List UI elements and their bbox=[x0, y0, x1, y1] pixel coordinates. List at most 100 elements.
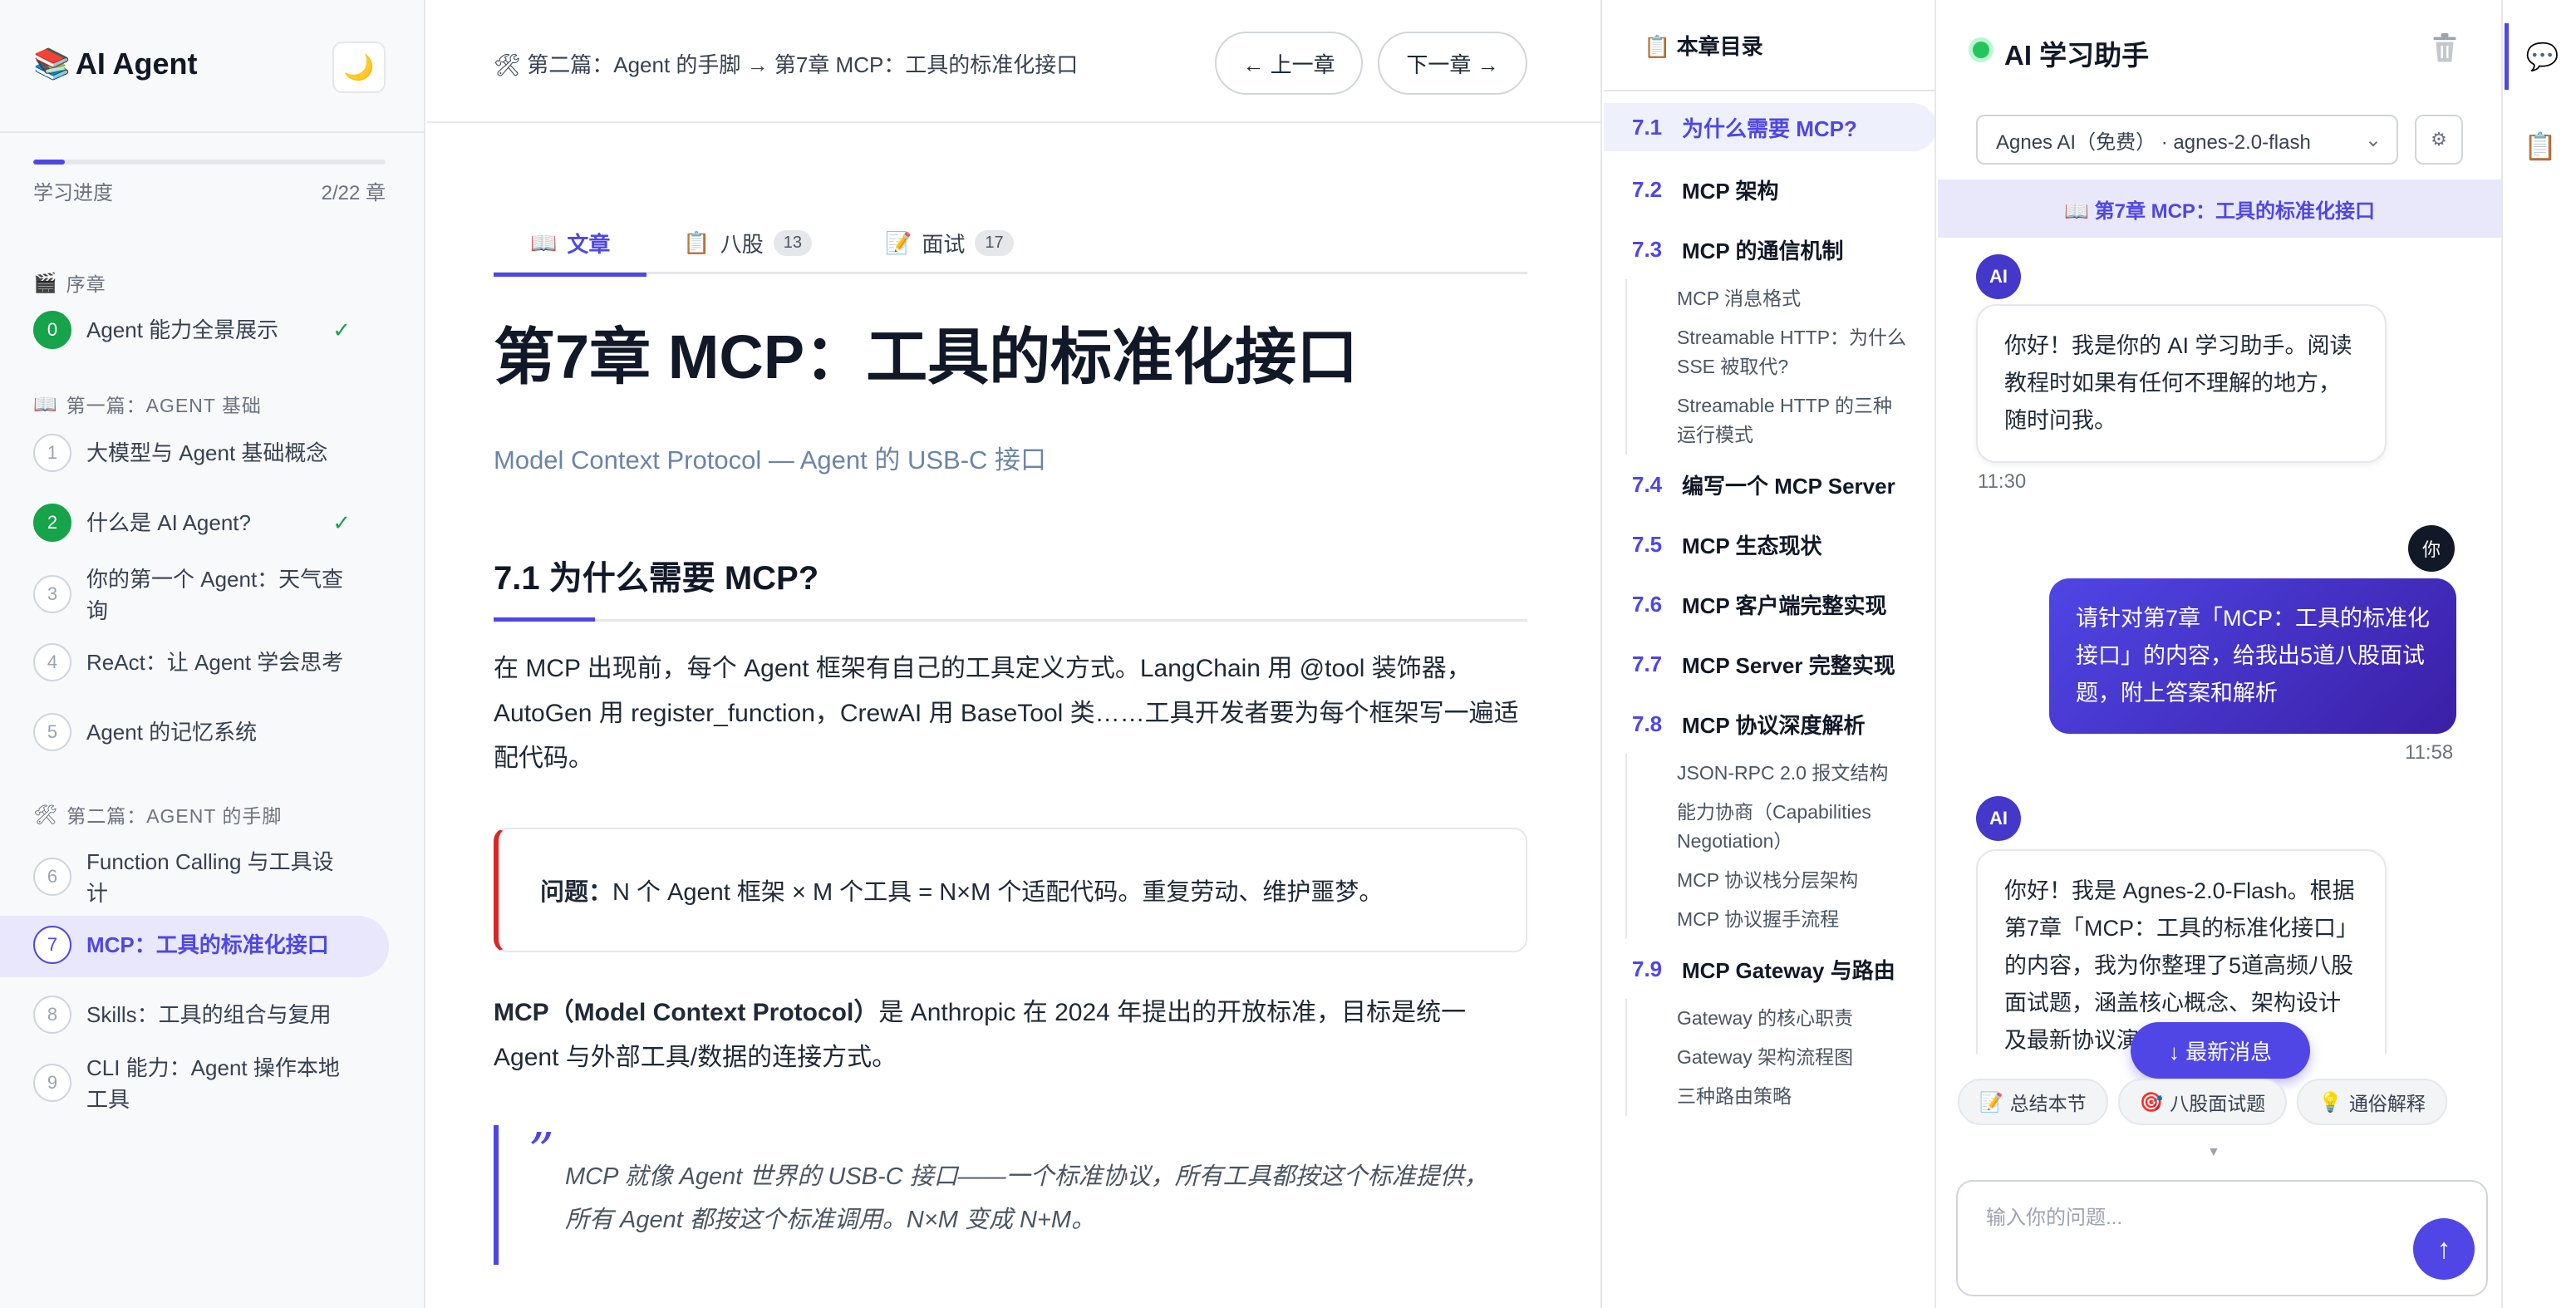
ai-avatar: AI bbox=[1976, 254, 2021, 299]
breadcrumb: 🛠 第二篇：Agent 的手脚 → 第7章 MCP：工具的标准化接口 bbox=[494, 52, 1079, 77]
toc-label: MCP 架构 bbox=[1682, 178, 1779, 204]
article-body: 第7章 MCP：工具的标准化接口 Model Context Protocol … bbox=[494, 316, 1527, 1265]
brand-name: AI Agent bbox=[75, 47, 198, 81]
chapter-number: 7 bbox=[33, 926, 71, 964]
toc-item[interactable]: 7.8 MCP 协议深度解析 bbox=[1604, 694, 1934, 754]
toc-subitem[interactable]: 能力协商（Capabilities Negotiation） bbox=[1627, 793, 1934, 861]
chapter-item-9[interactable]: 9 CLI 能力：Agent 操作本地工具 bbox=[0, 1052, 424, 1115]
chapter-label: ReAct：让 Agent 学会思考 bbox=[86, 650, 344, 675]
jump-to-latest-button[interactable]: ↓ 最新消息 bbox=[2131, 1022, 2310, 1079]
chat-input[interactable] bbox=[1986, 1207, 2401, 1230]
target-icon: 🎯 bbox=[2139, 1090, 2164, 1113]
quick-actions: 📝 总结本节 🎯 八股面试题 💡 通俗解释 bbox=[1958, 1079, 2501, 1129]
chat-header: AI 学习助手 bbox=[1938, 0, 2501, 100]
chapter-number: 4 bbox=[33, 643, 71, 681]
toc-subitem[interactable]: Gateway 架构流程图 bbox=[1627, 1038, 1934, 1077]
explain-chip[interactable]: 💡 通俗解释 bbox=[2297, 1079, 2447, 1125]
chapter-number: 3 bbox=[33, 575, 71, 613]
toc-item[interactable]: 7.7 MCP Server 完整实现 bbox=[1604, 634, 1934, 694]
toc-item[interactable]: 7.4 编写一个 MCP Server bbox=[1604, 455, 1934, 514]
moon-icon: 🌙 bbox=[343, 53, 375, 81]
toc-subitem[interactable]: MCP 消息格式 bbox=[1627, 279, 1934, 318]
ai-message: 你好！我是你的 AI 学习助手。阅读教程时如果有任何不理解的地方，随时问我。 bbox=[1976, 304, 2387, 463]
toc-item[interactable]: 7.1 为什么需要 MCP? bbox=[1604, 103, 1934, 151]
count-badge: 17 bbox=[975, 229, 1014, 256]
toc-number: 7.5 bbox=[1632, 531, 1663, 557]
toc-title: 📋 本章目录 bbox=[1604, 0, 1934, 91]
summarize-chip[interactable]: 📝 总结本节 bbox=[1958, 1079, 2108, 1125]
chapter-label: Skills：工具的组合与复用 bbox=[86, 1002, 332, 1027]
toc-subitem[interactable]: MCP 协议栈分层架构 bbox=[1627, 861, 1934, 900]
notes-rail-button[interactable]: 📋 bbox=[2505, 113, 2576, 179]
chapter-number: 5 bbox=[33, 713, 71, 751]
chapter-item-8[interactable]: 8 Skills：工具的组合与复用 bbox=[0, 996, 424, 1034]
progress-fill bbox=[33, 160, 66, 165]
memo-icon: 📝 bbox=[885, 229, 912, 255]
toc-subitem[interactable]: 三种路由策略 bbox=[1627, 1077, 1934, 1116]
ai-assistant-panel: AI 学习助手 Agnes AI（免费） · agnes-2.0-flash ⌄… bbox=[1938, 0, 2503, 1308]
chapter-number: 6 bbox=[33, 858, 71, 896]
toc-item[interactable]: 7.2 MCP 架构 bbox=[1604, 160, 1934, 219]
toc-sublist: JSON-RPC 2.0 报文结构 能力协商（Capabilities Negot… bbox=[1625, 754, 1934, 939]
problem-callout: 问题：N 个 Agent 框架 × M 个工具 = N×M 个适配代码。重复劳动… bbox=[494, 828, 1527, 952]
clipboard-icon: 📋 bbox=[683, 229, 710, 255]
toc-label: MCP 客户端完整实现 bbox=[1682, 593, 1887, 618]
tab-label: 八股 bbox=[720, 231, 764, 257]
toc-number: 7.8 bbox=[1632, 711, 1663, 736]
chapter-item-3[interactable]: 3 你的第一个 Agent：天气查询 bbox=[0, 563, 424, 627]
toc-number: 7.7 bbox=[1632, 651, 1663, 676]
next-chapter-button[interactable]: 下一章 → bbox=[1378, 32, 1527, 95]
send-button[interactable]: ↑ bbox=[2413, 1218, 2475, 1280]
toc-item[interactable]: 7.5 MCP 生态现状 bbox=[1604, 514, 1934, 574]
toc-label: MCP 生态现状 bbox=[1682, 533, 1822, 558]
toc-subitem[interactable]: Streamable HTTP：为什么 SSE 被取代? bbox=[1627, 318, 1934, 386]
chapter-label: Agent 的记忆系统 bbox=[86, 720, 258, 745]
chapter-item-0[interactable]: 0 Agent 能力全景展示 ✓ bbox=[0, 311, 424, 349]
toc-sublist: MCP 消息格式 Streamable HTTP：为什么 SSE 被取代? Stre… bbox=[1625, 279, 1934, 455]
chapter-item-4[interactable]: 4 ReAct：让 Agent 学会思考 bbox=[0, 643, 424, 681]
ai-avatar: AI bbox=[1976, 796, 2021, 841]
chapter-item-2[interactable]: 2 什么是 AI Agent? ✓ bbox=[0, 504, 424, 542]
chapter-list: 🎬 序章 0 Agent 能力全景展示 ✓ 📖 第一篇：AGENT 基础 1 大… bbox=[0, 263, 424, 1115]
trash-icon[interactable] bbox=[2430, 32, 2460, 65]
page-title: 第7章 MCP：工具的标准化接口 bbox=[494, 322, 1359, 391]
tab-article[interactable]: 📖 文章 bbox=[494, 211, 647, 277]
interview-questions-chip[interactable]: 🎯 八股面试题 bbox=[2117, 1079, 2288, 1125]
progress-label: 学习进度 bbox=[33, 182, 113, 204]
toc-item[interactable]: 7.6 MCP 客户端完整实现 bbox=[1604, 574, 1934, 634]
tab-baguwen[interactable]: 📋 八股 13 bbox=[646, 211, 848, 274]
toc-subitem[interactable]: MCP 协议握手流程 bbox=[1627, 900, 1934, 939]
lightbulb-icon: 💡 bbox=[2318, 1090, 2342, 1113]
chapter-item-6[interactable]: 6 Function Calling 与工具设计 bbox=[0, 846, 424, 909]
chapter-item-5[interactable]: 5 Agent 的记忆系统 bbox=[0, 713, 424, 751]
expand-chevron-icon[interactable]: ▼ bbox=[2207, 1145, 2220, 1160]
model-select[interactable]: Agnes AI（免费） · agnes-2.0-flash ⌄ bbox=[1976, 115, 2398, 165]
toc-label: MCP Gateway 与路由 bbox=[1682, 957, 1895, 983]
count-badge: 13 bbox=[773, 229, 813, 256]
paragraph: 在 MCP 出现前，每个 Agent 框架有自己的工具定义方式。LangChai… bbox=[494, 655, 1519, 772]
tools-icon: 🛠 bbox=[33, 803, 59, 825]
toc-number: 7.4 bbox=[1632, 471, 1663, 497]
model-selected-value: Agnes AI（免费） · agnes-2.0-flash bbox=[1996, 130, 2311, 154]
chip-label: 八股面试题 bbox=[2170, 1093, 2266, 1114]
toc-subitem[interactable]: Gateway 的核心职责 bbox=[1627, 999, 1934, 1038]
chapter-number: 2 bbox=[33, 504, 71, 542]
chapter-item-1[interactable]: 1 大模型与 Agent 基础概念 bbox=[0, 434, 424, 472]
toc-subitem[interactable]: JSON-RPC 2.0 报文结构 bbox=[1627, 754, 1934, 793]
brand[interactable]: 📚 AI Agent bbox=[33, 47, 197, 81]
paragraph-bold: MCP（Model Context Protocol） bbox=[494, 999, 879, 1026]
theme-toggle-button[interactable]: 🌙 bbox=[332, 42, 386, 93]
prev-chapter-button[interactable]: ← 上一章 bbox=[1215, 32, 1363, 95]
toc-subitem[interactable]: Streamable HTTP 的三种运行模式 bbox=[1627, 386, 1934, 455]
blockquote: ” MCP 就像 Agent 世界的 USB-C 接口——一个标准协议，所有工具… bbox=[494, 1125, 1527, 1265]
model-settings-button[interactable]: ⚙ bbox=[2415, 115, 2463, 165]
chat-rail-button[interactable]: 💬 bbox=[2505, 23, 2576, 90]
chip-label: 总结本节 bbox=[2009, 1093, 2087, 1114]
chat-input-box: ↑ bbox=[1956, 1180, 2488, 1296]
chapter-item-7[interactable]: 7 MCP：工具的标准化接口 bbox=[0, 916, 389, 977]
tab-interview[interactable]: 📝 面试 17 bbox=[848, 211, 1050, 274]
check-icon: ✓ bbox=[332, 510, 351, 535]
chapter-number: 0 bbox=[33, 311, 71, 349]
toc-item[interactable]: 7.3 MCP 的通信机制 bbox=[1604, 219, 1934, 279]
toc-item[interactable]: 7.9 MCP Gateway 与路由 bbox=[1604, 939, 1934, 999]
